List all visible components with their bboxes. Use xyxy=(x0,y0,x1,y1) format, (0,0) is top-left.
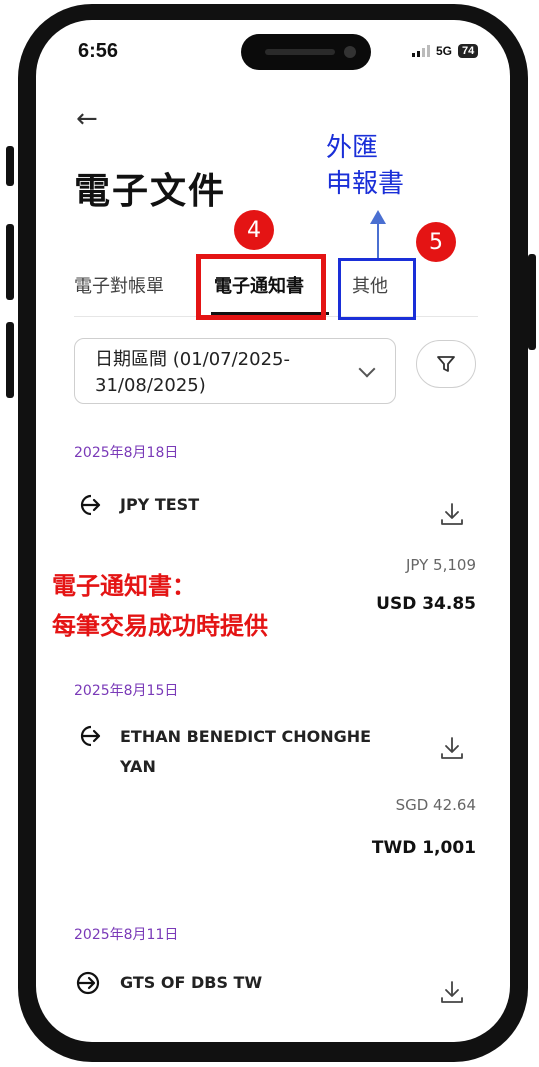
section-date: 2025年8月11日 xyxy=(74,927,179,943)
filter-button[interactable] xyxy=(416,340,476,388)
download-icon[interactable] xyxy=(438,978,466,1006)
list-item[interactable]: GTS OF DBS TW xyxy=(74,968,262,998)
download-icon[interactable] xyxy=(438,734,466,762)
power-button xyxy=(528,254,536,350)
section-date: 2025年8月15日 xyxy=(74,683,179,699)
annotation-highlight-advice-tab xyxy=(196,254,326,320)
annotation-fx-declaration: 外匯 申報書 xyxy=(326,130,404,202)
status-indicators: 5G 74 xyxy=(412,44,479,58)
annotation-arrow-line xyxy=(377,222,379,260)
network-label: 5G xyxy=(436,44,453,58)
annotation-fx-line2: 申報書 xyxy=(326,169,405,199)
tab-e-statement[interactable]: 電子對帳單 xyxy=(74,272,164,298)
status-time: 6:56 xyxy=(78,40,119,62)
annotation-highlight-others-tab xyxy=(338,258,416,320)
amount-original: SGD 42.64 xyxy=(395,796,476,814)
list-item[interactable]: ETHAN BENEDICT CHONGHE YAN xyxy=(74,722,404,782)
amount-converted: USD 34.85 xyxy=(376,594,476,614)
amount-original: JPY 5,109 xyxy=(405,556,476,574)
volume-up-button xyxy=(6,224,14,300)
signal-icon xyxy=(412,45,430,57)
annotation-badge-5: 5 xyxy=(416,222,456,262)
chevron-down-icon xyxy=(358,360,376,378)
outgoing-arrow-icon xyxy=(80,725,101,747)
annotation-badge-4: 4 xyxy=(234,210,274,250)
annotation-advice-line2: 每筆交易成功時提供 xyxy=(52,612,268,640)
list-item[interactable]: JPY TEST xyxy=(74,490,199,520)
volume-down-button xyxy=(6,322,14,398)
back-arrow-icon[interactable]: ← xyxy=(76,104,98,134)
download-icon[interactable] xyxy=(438,500,466,528)
incoming-arrow-icon xyxy=(76,971,100,995)
mute-switch xyxy=(6,146,14,186)
transaction-name: ETHAN BENEDICT CHONGHE YAN xyxy=(120,727,372,776)
date-range-dropdown[interactable]: 日期區間 (01/07/2025-31/08/2025) xyxy=(74,338,396,404)
section-date: 2025年8月18日 xyxy=(74,445,179,461)
funnel-icon xyxy=(437,356,455,372)
transaction-name: JPY TEST xyxy=(120,495,200,514)
transaction-name: GTS OF DBS TW xyxy=(120,973,263,992)
amount-converted: TWD 1,001 xyxy=(371,838,476,858)
dynamic-island xyxy=(241,34,371,70)
annotation-fx-line1: 外匯 xyxy=(326,133,379,163)
outgoing-arrow-icon xyxy=(80,494,101,516)
date-range-text: 日期區間 (01/07/2025-31/08/2025) xyxy=(95,349,290,396)
annotation-advice-line1: 電子通知書： xyxy=(52,572,196,600)
annotation-advice-note: 電子通知書： 每筆交易成功時提供 xyxy=(52,566,268,646)
battery-icon: 74 xyxy=(458,44,479,58)
page-title: 電子文件 xyxy=(74,171,227,212)
